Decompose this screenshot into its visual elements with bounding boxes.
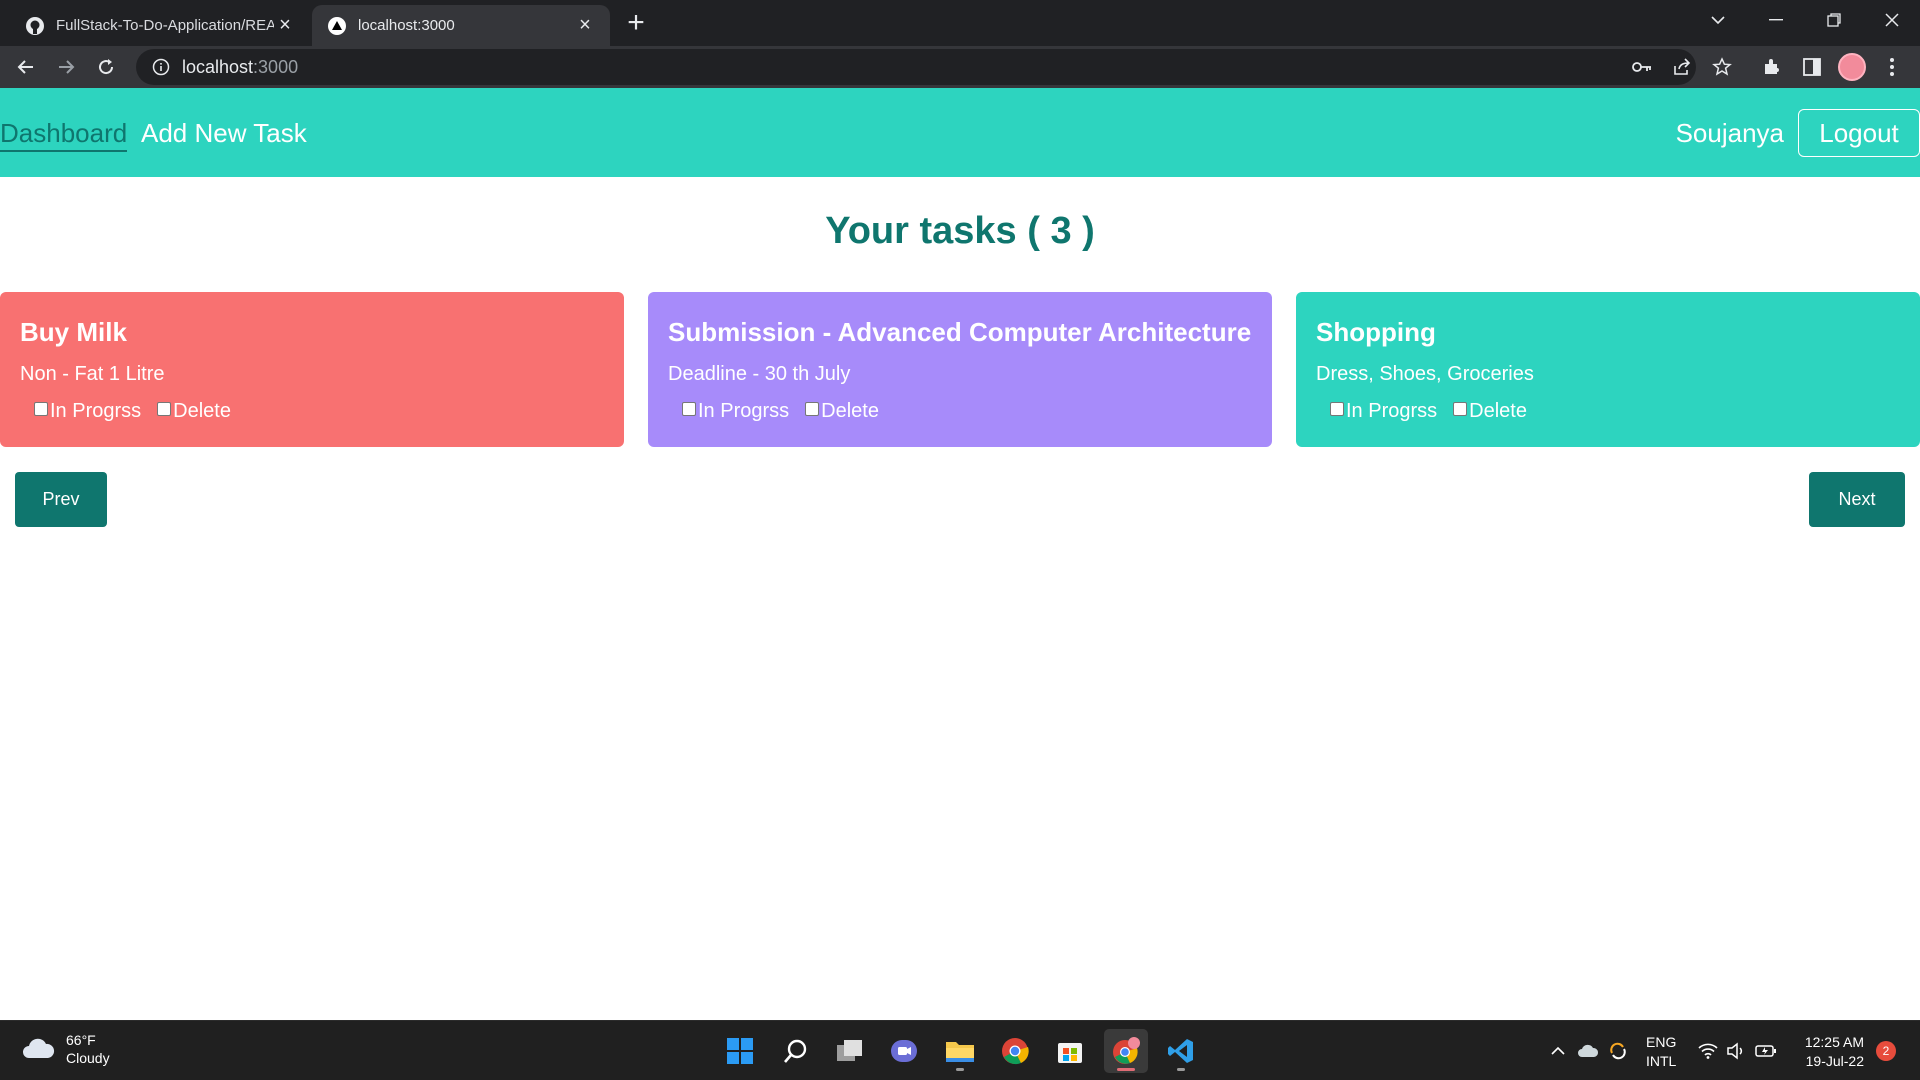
running-indicator [956,1068,964,1071]
in-progress-checkbox[interactable] [682,401,696,416]
profile-avatar[interactable] [1836,51,1868,83]
browser-toolbar: localhost:3000 [0,46,1920,88]
delete-label: Delete [173,400,231,422]
task-description: Deadline - 30 th July [668,363,851,385]
task-card: Buy Milk Non - Fat 1 Litre In Progrss De… [0,292,624,447]
search-icon[interactable] [774,1029,818,1073]
weather-desc: Cloudy [66,1050,110,1066]
task-title: Buy Milk [20,317,127,347]
browser-tab-github[interactable]: FullStack-To-Do-Application/REA × [10,5,310,46]
weather-temp: 66°F [66,1032,96,1048]
user-name: Soujanya [1675,118,1784,148]
notification-badge[interactable]: 2 [1876,1041,1896,1061]
side-panel-icon[interactable] [1796,51,1828,83]
new-tab-button[interactable]: + [618,8,654,40]
language-top: ENG [1646,1034,1677,1050]
forward-icon[interactable] [50,51,82,83]
key-icon[interactable] [1624,49,1660,85]
app-navbar: Dashboard Add New Task Soujanya Logout [0,88,1920,177]
running-indicator [1117,1068,1135,1071]
file-explorer-icon[interactable] [938,1029,982,1073]
task-description: Non - Fat 1 Litre [20,363,165,385]
microsoft-store-icon[interactable] [1048,1029,1092,1073]
in-progress-checkbox[interactable] [1330,401,1344,416]
info-icon[interactable] [152,58,170,76]
restore-icon[interactable] [1806,0,1862,40]
close-icon[interactable]: × [274,14,296,37]
prev-button[interactable]: Prev [15,472,107,527]
github-icon [24,15,46,37]
browser-tab-localhost[interactable]: localhost:3000 × [312,5,610,46]
triangle-icon [326,15,348,37]
task-description: Dress, Shoes, Groceries [1316,363,1534,385]
running-indicator [1177,1068,1185,1071]
share-icon[interactable] [1664,49,1700,85]
cloud-icon [23,1038,55,1058]
volume-icon[interactable] [1724,1039,1748,1063]
task-title: Submission - Advanced Computer Architect… [668,317,1252,347]
task-card: Submission - Advanced Computer Architect… [648,292,1272,447]
close-icon[interactable]: × [574,14,596,37]
back-icon[interactable] [10,51,42,83]
task-actions: In Progrss Delete [1316,400,1900,423]
delete-label: Delete [1469,400,1527,422]
browser-tab-bar: FullStack-To-Do-Application/REA × localh… [0,0,1920,46]
bookmark-star-icon[interactable] [1704,49,1740,85]
next-button[interactable]: Next [1809,472,1905,527]
onedrive-icon[interactable] [1576,1039,1600,1063]
language-bottom: INTL [1646,1053,1677,1069]
task-actions: In Progrss Delete [668,400,1252,423]
address-bar[interactable]: localhost:3000 [136,49,1696,85]
task-title: Shopping [1316,317,1436,347]
url-port: :3000 [253,56,299,77]
minimize-icon[interactable] [1748,0,1804,40]
in-progress-label: In Progrss [1346,400,1438,422]
delete-checkbox[interactable] [1453,401,1468,416]
clock-date: 19-Jul-22 [1805,1053,1864,1069]
vscode-icon[interactable] [1159,1029,1203,1073]
delete-checkbox[interactable] [157,401,172,416]
task-view-icon[interactable] [828,1029,872,1073]
chrome-icon[interactable] [993,1029,1037,1073]
sync-icon[interactable] [1606,1039,1630,1063]
reload-icon[interactable] [90,51,122,83]
in-progress-label: In Progrss [50,400,142,422]
clock-time: 12:25 AM [1804,1034,1864,1050]
tab-search-icon[interactable] [1690,0,1746,40]
tab-title: localhost:3000 [358,17,455,34]
menu-kebab-icon[interactable] [1876,51,1908,83]
delete-label: Delete [821,400,879,422]
in-progress-label: In Progrss [698,400,790,422]
system-clock[interactable]: 12:25 AM 19-Jul-22 [1798,1033,1864,1071]
chrome-profile-icon[interactable] [1104,1029,1148,1073]
delete-checkbox[interactable] [805,401,820,416]
nav-dashboard-link[interactable]: Dashboard [0,118,128,152]
logout-button[interactable]: Logout [1798,109,1920,157]
battery-icon[interactable] [1754,1039,1778,1063]
task-actions: In Progrss Delete [20,400,604,423]
windows-taskbar: 66°F Cloudy ENG INTL 12:25 AM 19-Jul-22 … [0,1020,1920,1080]
language-indicator[interactable]: ENG INTL [1646,1033,1676,1071]
in-progress-checkbox[interactable] [34,401,48,416]
nav-add-new-task-link[interactable]: Add New Task [141,118,307,148]
page-title: Your tasks ( 3 ) [825,210,1095,252]
wifi-icon[interactable] [1696,1039,1720,1063]
chevron-up-icon[interactable] [1546,1039,1570,1063]
start-icon[interactable] [718,1029,762,1073]
weather-widget[interactable]: 66°F Cloudy [20,1031,110,1067]
tab-title: FullStack-To-Do-Application/REA [56,17,274,34]
teams-chat-icon[interactable] [882,1029,926,1073]
task-card: Shopping Dress, Shoes, Groceries In Prog… [1296,292,1920,447]
extensions-icon[interactable] [1756,51,1788,83]
close-window-icon[interactable] [1864,0,1920,40]
url-host: localhost [182,56,254,77]
